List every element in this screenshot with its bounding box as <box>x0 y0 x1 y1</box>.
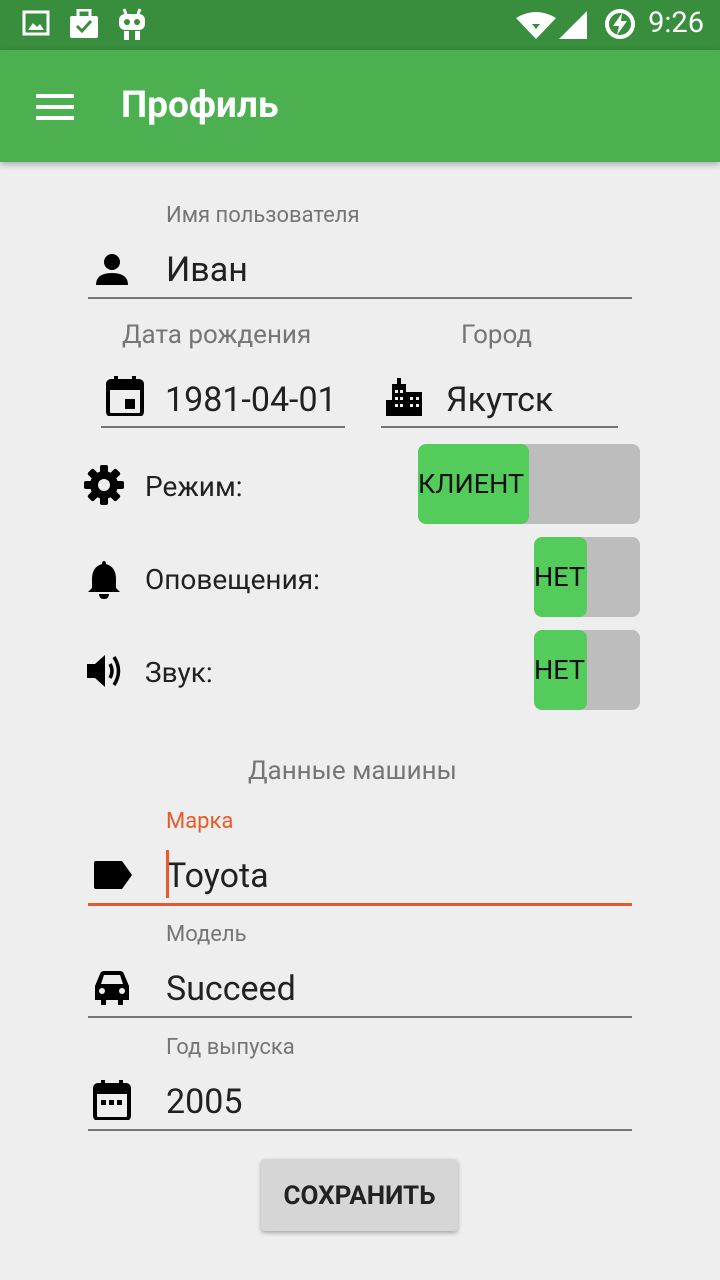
birthdate-label: Дата рождения <box>122 320 312 350</box>
shopping-bag-icon <box>70 9 98 38</box>
year-underline <box>88 1129 632 1131</box>
bell-icon <box>88 561 120 599</box>
birthdate-field[interactable]: 1981-04-01 <box>165 380 337 420</box>
android-robot-icon <box>119 8 145 40</box>
sound-toggle[interactable]: НЕТ <box>534 630 640 710</box>
year-field[interactable]: 2005 <box>166 1082 242 1122</box>
gear-icon <box>84 465 124 505</box>
username-underline <box>88 297 632 299</box>
model-field[interactable]: Succeed <box>166 969 296 1009</box>
model-label: Модель <box>166 922 247 947</box>
text-cursor <box>166 850 169 898</box>
calendar-event-icon <box>106 376 144 416</box>
year-label: Год выпуска <box>166 1035 295 1060</box>
city-label: Город <box>461 320 533 350</box>
wifi-icon <box>516 12 556 39</box>
tag-icon <box>94 861 132 889</box>
mode-label: Режим: <box>145 470 243 503</box>
hamburger-menu-icon[interactable] <box>36 92 76 122</box>
cell-signal-icon <box>559 11 587 39</box>
city-buildings-icon <box>386 378 422 416</box>
sound-label: Звук: <box>145 656 213 689</box>
mode-toggle-text: КЛИЕНТ <box>418 468 525 500</box>
city-field[interactable]: Якутск <box>446 380 553 420</box>
notifications-label: Оповещения: <box>145 563 320 596</box>
city-underline <box>381 426 618 428</box>
mode-toggle[interactable]: КЛИЕНТ <box>418 444 640 524</box>
page-title: Профиль <box>121 84 279 127</box>
brand-underline <box>88 903 632 906</box>
calendar-icon <box>93 1080 131 1120</box>
brand-field[interactable]: Toyota <box>166 856 269 896</box>
app-bar: Профиль <box>0 50 720 162</box>
brand-label: Марка <box>166 809 234 834</box>
status-bar: 9:26 <box>0 0 720 50</box>
status-time: 9:26 <box>648 6 704 40</box>
car-section-title: Данные машины <box>248 756 457 786</box>
car-icon <box>95 971 129 1005</box>
image-icon <box>22 10 50 36</box>
sound-toggle-text: НЕТ <box>534 654 585 686</box>
person-icon <box>96 254 128 285</box>
speaker-volume-icon <box>87 655 121 687</box>
save-button[interactable]: СОХРАНИТЬ <box>261 1159 458 1231</box>
username-field[interactable]: Иван <box>166 250 248 290</box>
battery-charging-icon <box>605 9 635 39</box>
notifications-toggle-text: НЕТ <box>534 561 585 593</box>
model-underline <box>88 1016 632 1018</box>
birthdate-underline <box>101 426 345 428</box>
username-label: Имя пользователя <box>166 203 360 228</box>
notifications-toggle[interactable]: НЕТ <box>534 537 640 617</box>
